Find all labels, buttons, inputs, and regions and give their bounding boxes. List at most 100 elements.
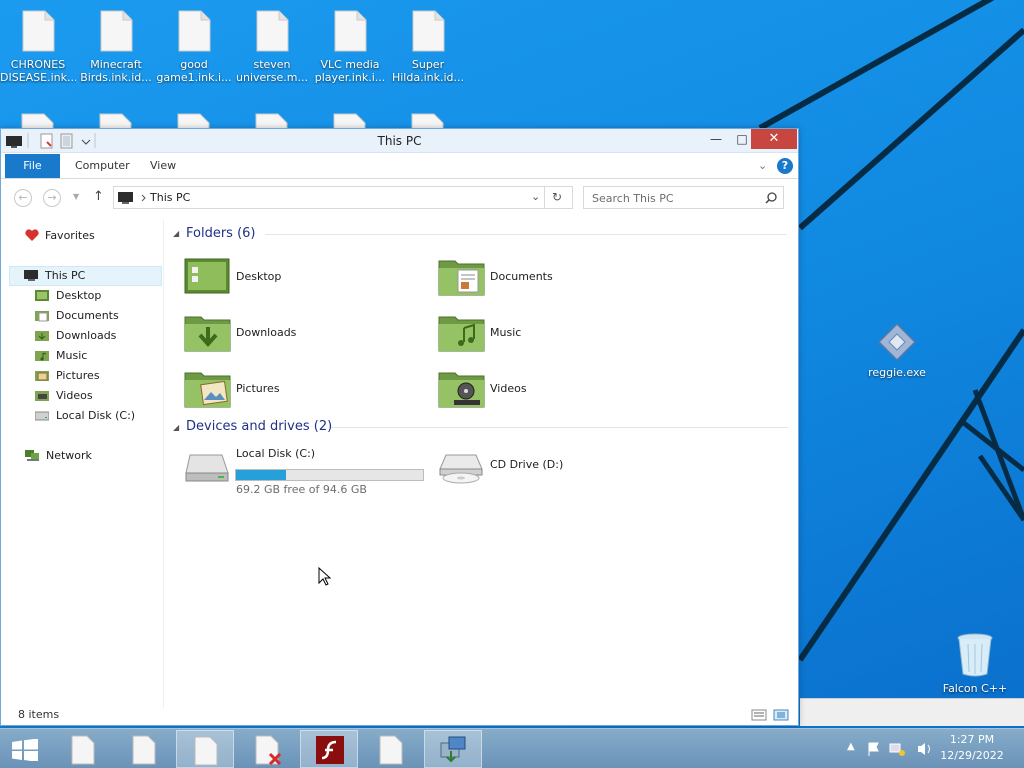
- folder-label: Documents: [490, 270, 553, 283]
- folder-label: Videos: [490, 382, 527, 395]
- executable-icon: [877, 322, 917, 362]
- close-button[interactable]: ✕: [751, 129, 797, 149]
- taskbar-item-installer[interactable]: [424, 730, 482, 768]
- sidebar-item-this-pc[interactable]: This PC: [9, 266, 162, 286]
- sidebar-item-videos[interactable]: Videos: [35, 387, 93, 405]
- explorer-window: This PC — □ ✕ File Computer View ⌄ ? ← →…: [0, 128, 799, 726]
- file-icon: [412, 10, 445, 52]
- desktop-icon-label: universe.m...: [236, 71, 308, 84]
- item-count: 8 items: [18, 708, 60, 721]
- file-icon: [178, 10, 211, 52]
- sidebar-item-label: Desktop: [56, 289, 102, 302]
- expand-ribbon-icon[interactable]: ⌄: [758, 159, 767, 172]
- folder-label: Music: [490, 326, 522, 339]
- search-icon[interactable]: [765, 192, 777, 204]
- forward-button[interactable]: →: [43, 189, 61, 207]
- clock[interactable]: 1:27 PM 12/29/2022: [932, 732, 1012, 764]
- clock-time: 1:27 PM: [949, 733, 995, 746]
- desktop-icon-chrones-disease[interactable]: CHRONES DISEASE.ink...: [0, 10, 76, 84]
- desktop-icon-good-game1[interactable]: good game1.ink.i...: [156, 10, 232, 84]
- cd-drive-icon: [439, 454, 483, 484]
- folder-tile-pictures[interactable]: Pictures: [184, 369, 404, 417]
- taskbar-item-flash[interactable]: [300, 730, 358, 768]
- desktop-icon-steven-universe[interactable]: steven universe.m...: [234, 10, 310, 84]
- sidebar-item-label: Documents: [56, 309, 119, 322]
- network-icon: [25, 450, 39, 461]
- devices-group-header[interactable]: Devices and drives (2): [186, 419, 332, 434]
- sidebar-item-music[interactable]: Music: [35, 347, 87, 365]
- videos-folder-icon: [35, 391, 49, 401]
- downloads-folder-icon: [35, 331, 49, 341]
- desktop-icon-reggie[interactable]: reggie.exe: [862, 322, 932, 379]
- title-bar[interactable]: This PC — □ ✕: [1, 129, 798, 153]
- sidebar-item-pictures[interactable]: Pictures: [35, 367, 100, 385]
- folder-label: Pictures: [236, 382, 280, 395]
- desktop-folder-icon: [35, 290, 49, 301]
- mouse-cursor-icon: [318, 567, 332, 586]
- taskbar-item-file-4[interactable]: [362, 730, 420, 768]
- recycle-bin-icon: [957, 633, 993, 677]
- drive-tile-cd[interactable]: CD Drive (D:): [438, 445, 638, 493]
- sidebar-item-label: Music: [56, 349, 88, 362]
- taskbar-item-deleted-file[interactable]: [238, 730, 296, 768]
- status-bar: 8 items: [1, 705, 798, 725]
- refresh-icon[interactable]: ↻: [552, 190, 562, 204]
- tab-view[interactable]: View: [138, 154, 188, 178]
- installer-icon: [440, 736, 466, 763]
- sidebar-item-desktop[interactable]: Desktop: [35, 287, 101, 305]
- tab-file[interactable]: File: [5, 154, 60, 178]
- help-icon[interactable]: ?: [777, 158, 793, 174]
- desktop-icon-vlc-media-player[interactable]: VLC media player.ink.i...: [312, 10, 388, 84]
- desktop-icon-super-hilda[interactable]: Super Hilda.ink.id...: [390, 10, 466, 84]
- desktop-icon-label: CHRONES: [10, 58, 66, 71]
- tab-computer[interactable]: Computer: [63, 154, 142, 178]
- sidebar-item-local-disk[interactable]: Local Disk (C:): [35, 407, 135, 425]
- taskbar-item-file-3[interactable]: [176, 730, 234, 768]
- taskbar-item-file-1[interactable]: [54, 730, 112, 768]
- sidebar-item-documents[interactable]: Documents: [35, 307, 119, 325]
- documents-folder-icon: [438, 260, 485, 296]
- computer-icon: [118, 192, 146, 204]
- folder-tile-downloads[interactable]: Downloads: [184, 313, 404, 361]
- desktop-icon-label: Birds.ink.id...: [80, 71, 152, 84]
- desktop-icon-label: player.ink.i...: [314, 71, 386, 84]
- recent-locations-icon[interactable]: ▼: [73, 192, 79, 201]
- desktop-icon-minecraft-birds[interactable]: Minecraft Birds.ink.id...: [78, 10, 154, 84]
- heart-icon: [25, 229, 39, 241]
- folder-tile-documents[interactable]: Documents: [438, 257, 658, 305]
- sidebar-item-label: Pictures: [56, 369, 100, 382]
- up-arrow-icon[interactable]: ↑: [93, 189, 104, 204]
- address-bar[interactable]: This PC ⌄ ↻: [113, 186, 573, 209]
- folder-tile-desktop[interactable]: Desktop: [184, 257, 404, 305]
- start-button[interactable]: [0, 730, 48, 768]
- minimize-button[interactable]: —: [702, 129, 730, 149]
- drive-free-space: 69.2 GB free of 94.6 GB: [236, 483, 367, 496]
- sidebar-item-favorites[interactable]: Favorites: [25, 227, 95, 245]
- ribbon-tabs: File Computer View ⌄ ?: [1, 154, 798, 179]
- folder-tile-music[interactable]: Music: [438, 313, 658, 361]
- address-dropdown-icon[interactable]: ⌄: [531, 190, 540, 203]
- sidebar-item-label: Downloads: [56, 329, 117, 342]
- taskbar-item-file-2[interactable]: [115, 730, 173, 768]
- collapse-devices-icon[interactable]: ◢: [173, 423, 179, 432]
- folder-tile-videos[interactable]: Videos: [438, 369, 658, 417]
- desktop-icon-falcon-cpp[interactable]: Falcon C++: [940, 632, 1010, 695]
- show-hidden-icons-icon[interactable]: ▲: [847, 741, 855, 752]
- file-icon: [256, 10, 289, 52]
- search-placeholder: Search This PC: [592, 192, 674, 205]
- desktop-icon-label: game1.ink.i...: [156, 71, 232, 84]
- search-input[interactable]: Search This PC: [583, 186, 784, 209]
- sidebar-item-downloads[interactable]: Downloads: [35, 327, 116, 345]
- hidden-desktop-icons: [21, 113, 444, 128]
- folder-label: Downloads: [236, 326, 297, 339]
- taskbar: ▲ 1:27 PM 12/29/2022: [0, 728, 1024, 768]
- volume-icon: [918, 743, 930, 755]
- folders-group-header[interactable]: Folders (6): [186, 226, 256, 241]
- pictures-folder-icon: [184, 372, 231, 408]
- back-button[interactable]: ←: [14, 189, 32, 207]
- collapse-folders-icon[interactable]: ◢: [173, 229, 179, 238]
- drive-tile-local-disk[interactable]: Local Disk (C:) 69.2 GB free of 94.6 GB: [184, 445, 434, 496]
- background-window-strip: [800, 698, 1024, 726]
- sidebar-item-network[interactable]: Network: [25, 447, 92, 465]
- drive-usage-bar: [235, 469, 424, 481]
